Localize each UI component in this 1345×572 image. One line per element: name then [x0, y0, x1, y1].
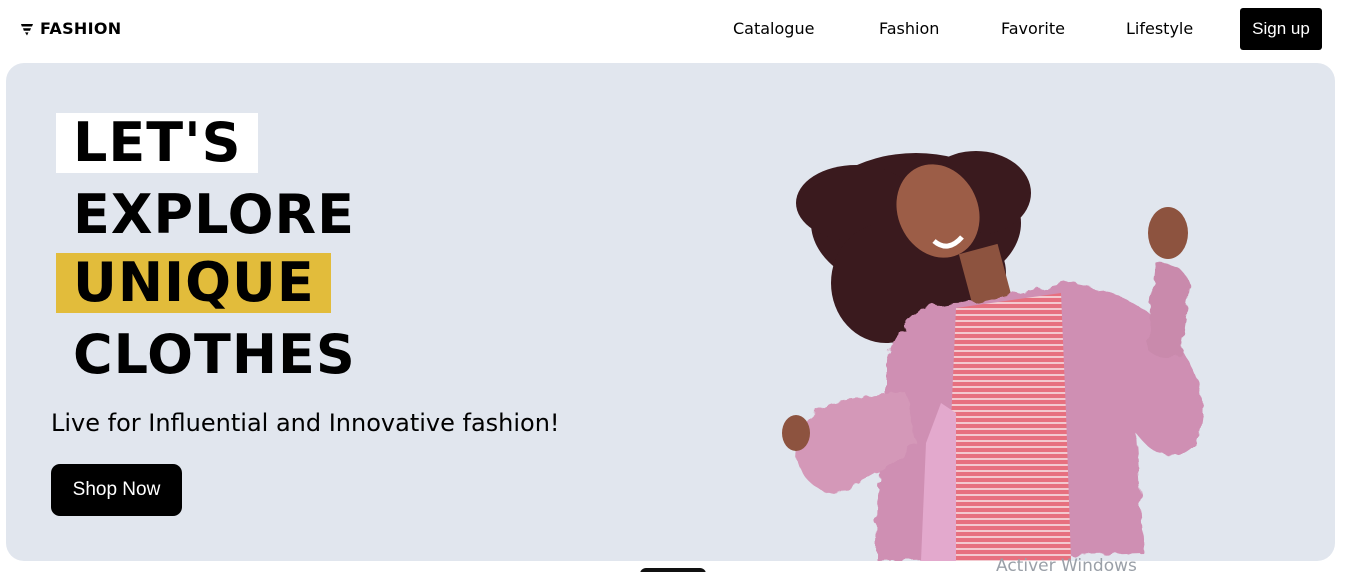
headline-line-unique: UNIQUE: [56, 253, 331, 313]
nav-link-lifestyle[interactable]: Lifestyle: [1126, 19, 1193, 38]
nav-link-favorite[interactable]: Favorite: [1001, 19, 1065, 38]
hero-banner: LET'S EXPLORE UNIQUE CLOTHES Live for In…: [6, 63, 1335, 561]
top-navbar: FASHION Catalogue Fashion Favorite Lifes…: [0, 0, 1345, 62]
nav-link-fashion[interactable]: Fashion: [879, 19, 939, 38]
headline-line-clothes: CLOTHES: [73, 323, 356, 386]
fashion-logo-icon: [21, 23, 33, 35]
signup-button[interactable]: Sign up: [1240, 8, 1322, 50]
hero-tagline: Live for Influential and Innovative fash…: [51, 409, 560, 437]
headline-line-explore: EXPLORE: [73, 183, 355, 246]
scroll-indicator: [640, 568, 706, 572]
brand-name: FASHION: [40, 19, 122, 38]
shop-now-button[interactable]: Shop Now: [51, 464, 182, 516]
hero-model-image: [782, 151, 1203, 561]
os-activation-watermark: Activer Windows: [996, 556, 1137, 572]
nav-link-catalogue[interactable]: Catalogue: [733, 19, 814, 38]
brand-logo[interactable]: FASHION: [20, 19, 121, 38]
headline-line-lets: LET'S: [56, 113, 258, 173]
